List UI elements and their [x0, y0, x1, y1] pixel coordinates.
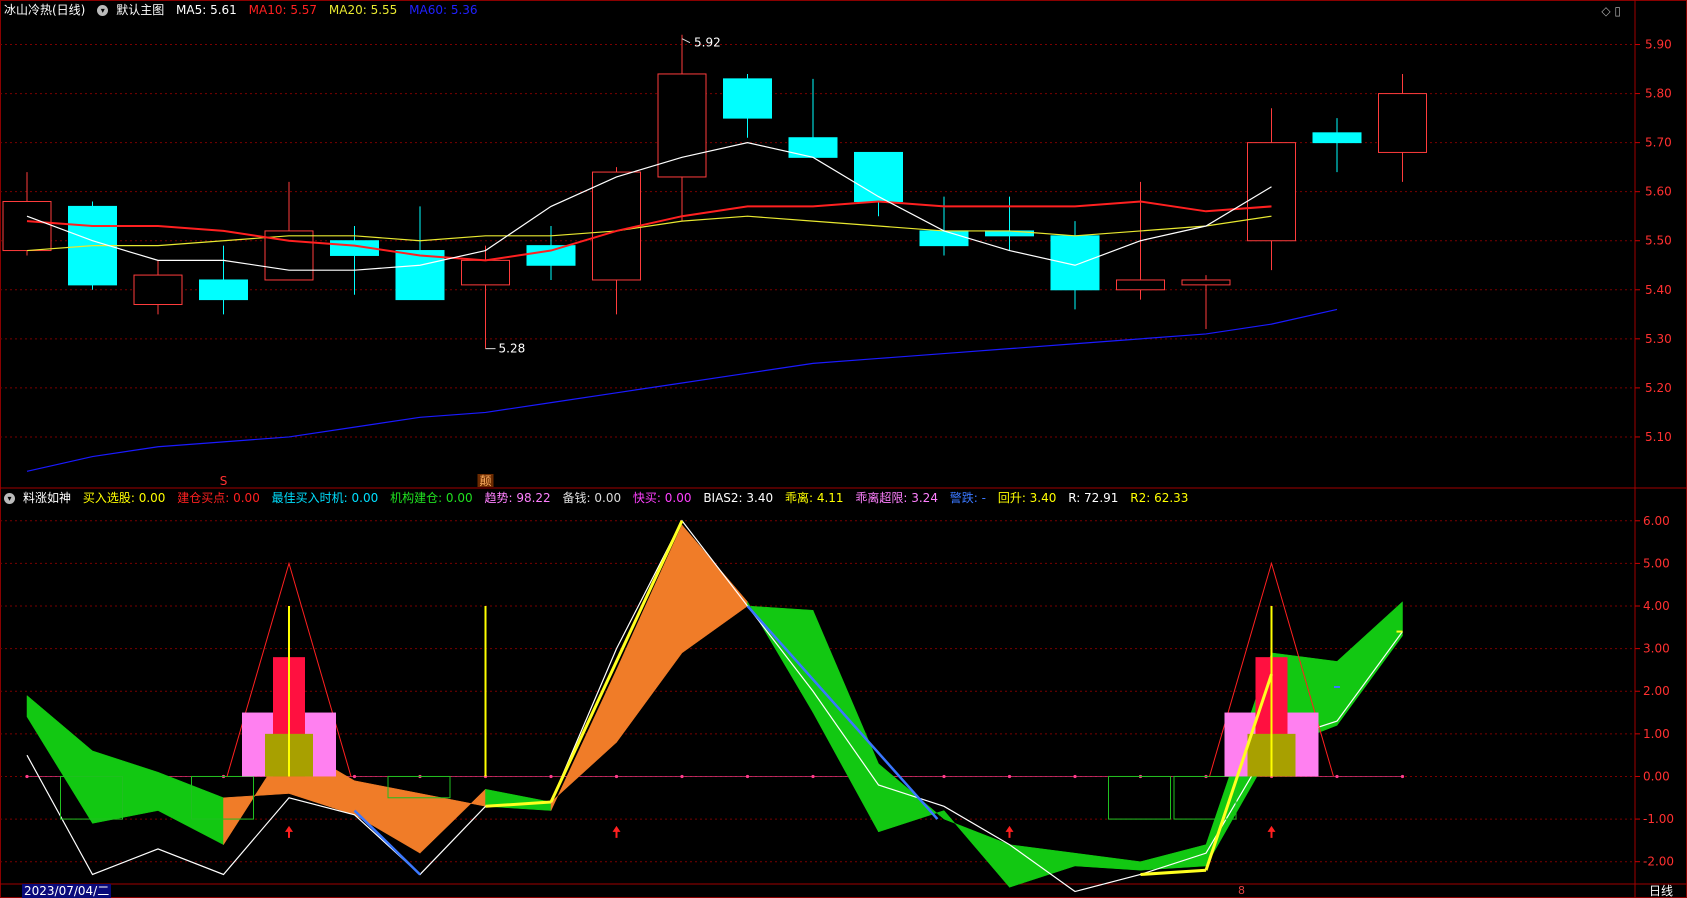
ribbon-segment	[1074, 852, 1141, 871]
candle-body	[526, 245, 576, 266]
candle-body	[1247, 142, 1296, 242]
low-annotation-label: 5.28	[499, 342, 526, 356]
candle-body	[657, 73, 707, 178]
build-box	[1108, 775, 1171, 820]
ribbon-segment	[1140, 844, 1207, 871]
field-reserve: 备钱: 0.00	[562, 491, 622, 505]
ribbon-segment	[878, 763, 945, 833]
field-warn-fall: 警跌: -	[949, 491, 986, 505]
sub-tick-label: 1.00	[1643, 727, 1670, 741]
chart-canvas[interactable]: 5.92 5.28 S 颠 5.90 5.80 5.70 5.60 5.50 5.40 5.30 5…	[0, 0, 1687, 898]
sub-tick-label: -2.00	[1643, 855, 1674, 869]
window-controls: ◇ ▯	[1601, 4, 1621, 18]
ma5-value: MA5: 5.61	[176, 3, 237, 17]
field-rebound: 回升: 3.40	[997, 491, 1057, 505]
sub-tick-label: 6.00	[1643, 514, 1670, 528]
template-dropdown-icon[interactable]: ▾	[97, 5, 109, 16]
candle-body	[1050, 235, 1100, 291]
footer-mark: 8	[1238, 884, 1245, 897]
ma20-value: MA20: 5.55	[328, 3, 398, 17]
sub-tick-label: 2.00	[1643, 684, 1670, 698]
buy-arrow-icon	[612, 825, 621, 838]
candle-body	[1312, 132, 1362, 144]
ribbon-segment	[485, 788, 552, 811]
candle-body	[1181, 279, 1231, 286]
candle-body	[461, 259, 510, 286]
price-tick-label: 5.20	[1645, 381, 1672, 395]
ribbon-segment	[157, 771, 224, 846]
field-r2: R2: 62.33	[1130, 491, 1189, 505]
candle-body	[199, 279, 248, 301]
ribbon-segment	[812, 610, 879, 832]
ribbon-segment	[419, 788, 486, 854]
candle-body	[723, 78, 772, 119]
ma60-value: MA60: 5.36	[409, 3, 478, 17]
candle-body	[788, 137, 838, 158]
buy-arrow-icon	[1005, 825, 1014, 838]
field-deviation-limit: 乖离超限: 3.24	[855, 491, 938, 505]
price-tick-label: 5.40	[1645, 283, 1672, 297]
high-annotation-label: 5.92	[694, 36, 721, 50]
ribbon-segment	[92, 750, 159, 824]
candle-body	[395, 250, 445, 301]
price-tick-label: 5.30	[1645, 332, 1672, 346]
candle-body	[592, 171, 641, 281]
field-build-buy: 建仓买点: 0.00	[177, 491, 260, 505]
main-title[interactable]: 冰山冷热(日线)	[4, 3, 85, 17]
ribbon-segment	[943, 809, 1010, 888]
current-date: 2023/07/04/二	[22, 884, 112, 898]
field-bias2: BIAS2: 3.40	[703, 491, 774, 505]
field-best-buy: 最佳买入时机: 0.00	[271, 491, 379, 505]
diamond-icon[interactable]: ◇	[1601, 4, 1610, 18]
candle-body	[1378, 93, 1427, 153]
field-quick-buy: 快买: 0.00	[632, 491, 692, 505]
candle-body	[133, 274, 183, 306]
sub-tick-label: 4.00	[1643, 599, 1670, 613]
high-annotation-arrow	[681, 38, 691, 44]
ribbon-segment	[616, 524, 683, 744]
buy-arrow-icon	[285, 825, 293, 838]
candle-body	[854, 151, 903, 202]
field-institution: 机构建仓: 0.00	[390, 491, 473, 505]
ribbon-segment	[26, 694, 93, 825]
field-deviation: 乖离: 4.11	[784, 491, 844, 505]
signal-s-marker: S	[220, 474, 228, 488]
panel-toggle-icon[interactable]: ▯	[1614, 4, 1621, 18]
sub-tick-label: 5.00	[1643, 556, 1670, 570]
template-name[interactable]: 默认主图	[116, 3, 164, 17]
warn-fall-line	[746, 605, 939, 820]
field-trend: 趋势: 98.22	[484, 491, 551, 505]
sub-tick-label: 3.00	[1643, 642, 1670, 656]
sub-tick-label: 0.00	[1643, 769, 1670, 783]
ribbon-segment	[681, 524, 748, 654]
period-label[interactable]: 日线	[1649, 884, 1673, 898]
price-tick-label: 5.80	[1645, 87, 1672, 101]
field-buy-select: 买入选股: 0.00	[82, 491, 166, 505]
price-tick-label: 5.70	[1645, 136, 1672, 150]
price-tick-label: 5.50	[1645, 234, 1672, 248]
indicator-dropdown-icon[interactable]: ▾	[4, 493, 15, 504]
signal-peak-marker: 颠	[479, 473, 491, 488]
candle-body	[1116, 279, 1165, 291]
candle-body	[919, 230, 969, 247]
candle-body	[2, 200, 52, 252]
price-tick-label: 5.90	[1645, 38, 1672, 52]
field-r: R: 72.91	[1068, 491, 1119, 505]
price-tick-label: 5.10	[1645, 430, 1672, 444]
ma10-value: MA10: 5.57	[248, 3, 318, 17]
price-tick-label: 5.60	[1645, 185, 1672, 199]
main-indicator-header: 冰山冷热(日线) ▾ 默认主图 MA5: 5.61 MA10: 5.57 MA20…	[4, 2, 486, 18]
sub-title[interactable]: 料涨如神	[23, 491, 71, 505]
sub-indicator-header: ▾ 料涨如神 买入选股: 0.00 建仓买点: 0.00 最佳买入时机: 0.00…	[4, 490, 1196, 506]
sub-tick-label: -1.00	[1643, 812, 1674, 826]
ma60-line	[26, 308, 1338, 472]
buy-arrow-icon	[1267, 825, 1276, 838]
